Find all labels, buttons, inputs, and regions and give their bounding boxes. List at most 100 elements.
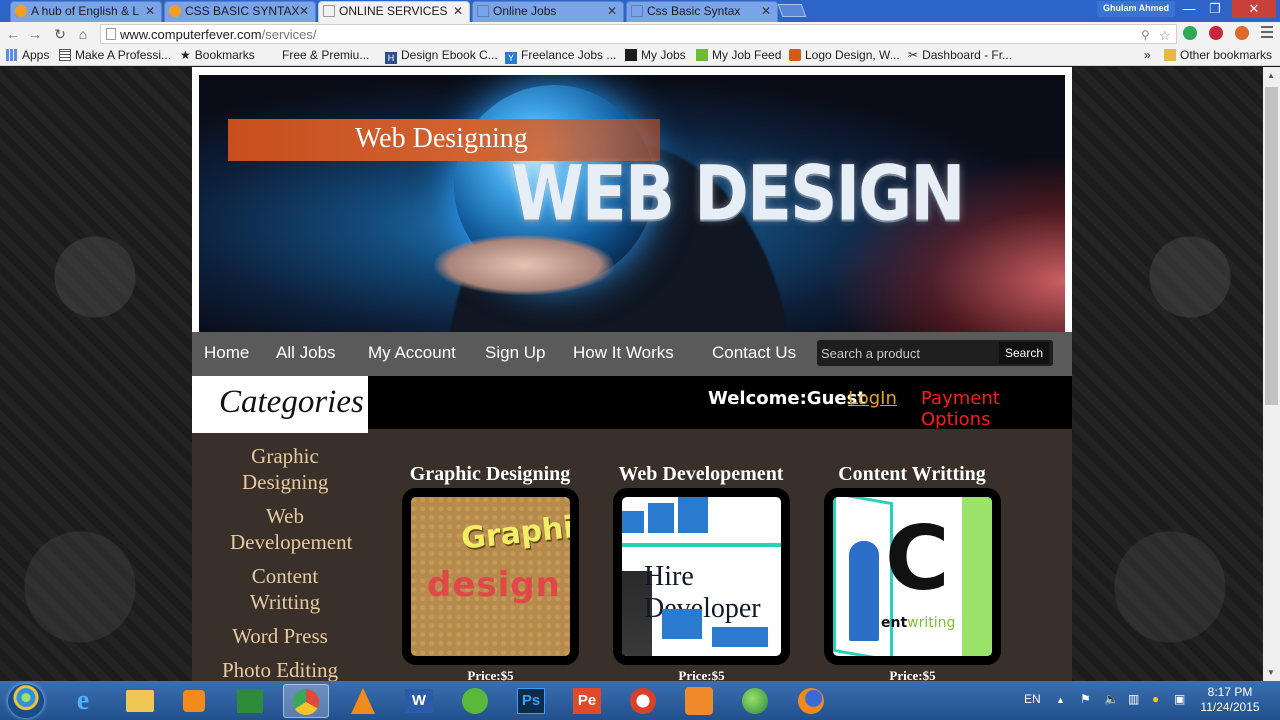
network-icon[interactable]: ▥ (1128, 692, 1139, 706)
forward-arrow-icon[interactable]: → (26, 25, 44, 43)
flag-icon[interactable]: ⚑ (1080, 692, 1091, 706)
nav-home[interactable]: Home (204, 343, 249, 363)
other-bookmarks[interactable]: Other bookmarks (1164, 48, 1272, 62)
browser-tab-active[interactable]: ONLINE SERVICES ✕ (318, 1, 470, 22)
tab-close-icon[interactable]: ✕ (761, 2, 771, 21)
nav-contact-us[interactable]: Contact Us (712, 343, 796, 363)
profile-badge[interactable]: Ghulam Ahmed (1097, 1, 1176, 17)
adblock-icon[interactable] (1209, 26, 1223, 40)
ccleaner-icon[interactable] (620, 684, 666, 718)
welcome-text: Welcome:Guest (708, 388, 866, 409)
scroll-up-icon[interactable]: ▲ (1267, 71, 1275, 80)
start-button[interactable] (8, 684, 44, 718)
star-icon[interactable]: ☆ (1159, 28, 1171, 44)
search-icon[interactable]: ⚲ (1141, 28, 1150, 42)
extension-icon[interactable] (1235, 26, 1249, 40)
menu-icon[interactable] (1261, 26, 1273, 38)
grammarly-icon[interactable] (1183, 26, 1197, 40)
browser-tab[interactable]: A hub of English & L ✕ (10, 1, 162, 22)
category-web-developement[interactable]: Web Developement (192, 503, 368, 555)
welcome-bar: Welcome:Guest LogIn Payment Options (368, 376, 1072, 430)
search-input[interactable] (821, 343, 991, 363)
bookmark-apps[interactable]: Apps (6, 48, 49, 62)
hand-image (434, 235, 614, 295)
graphic-design-image: Graphic design (411, 497, 570, 656)
pe-app-icon[interactable]: Pe (564, 684, 610, 718)
home-icon[interactable]: ⌂ (74, 25, 92, 43)
clock-date: 11/24/2015 (1200, 700, 1260, 714)
back-arrow-icon[interactable]: ← (4, 25, 22, 43)
cube-shape (648, 503, 674, 533)
browser-tab[interactable]: Online Jobs ✕ (472, 1, 624, 22)
bookmark-item[interactable]: Make A Professi... (59, 48, 171, 62)
minimize-button[interactable]: — (1176, 0, 1202, 18)
reload-icon[interactable]: ↻ (51, 25, 69, 43)
nav-my-account[interactable]: My Account (368, 343, 456, 363)
internet-explorer-icon[interactable]: e (60, 684, 106, 718)
scrollbar-thumb[interactable] (1265, 87, 1278, 405)
login-link[interactable]: LogIn (848, 388, 897, 409)
new-tab-button[interactable] (777, 4, 807, 17)
tray-expand-icon[interactable]: ▲ (1056, 695, 1065, 705)
folder-icon (1164, 49, 1176, 61)
person-figure (849, 541, 879, 641)
category-word-press[interactable]: Word Press (192, 623, 368, 649)
excel-icon[interactable] (227, 684, 273, 718)
bookmark-item[interactable]: My Jobs (625, 48, 686, 62)
nav-sign-up[interactable]: Sign Up (485, 343, 545, 363)
tab-close-icon[interactable]: ✕ (453, 2, 463, 21)
browser-tab[interactable]: Css Basic Syntax ✕ (626, 1, 778, 22)
service-image-web[interactable]: Hire Developer (613, 488, 790, 665)
system-clock[interactable]: 8:17 PM 11/24/2015 (1194, 685, 1266, 715)
language-indicator[interactable]: EN (1024, 692, 1041, 706)
categories-sidebar: Graphic Designing Web Developement Conte… (192, 433, 368, 681)
bookmark-item[interactable]: H Design Ebook C... (385, 48, 498, 64)
bookmark-item[interactable]: Y Freelance Jobs ... (505, 48, 616, 64)
clock-time: 8:17 PM (1207, 685, 1253, 699)
bookmark-item[interactable]: ★ Bookmarks (180, 48, 255, 62)
file-explorer-icon[interactable] (117, 684, 163, 718)
bookmarks-overflow-icon[interactable]: » (1144, 48, 1151, 62)
close-window-button[interactable]: ✕ (1232, 0, 1276, 18)
chrome-icon[interactable] (283, 684, 329, 718)
photoshop-icon[interactable]: Ps (508, 684, 554, 718)
vlc-icon[interactable] (340, 684, 386, 718)
search-button[interactable]: Search (999, 342, 1049, 364)
corel-icon[interactable] (452, 684, 498, 718)
tray-app-icon[interactable]: ● (1152, 692, 1159, 706)
tab-close-icon[interactable]: ✕ (299, 2, 309, 21)
media-player-icon[interactable] (171, 684, 217, 718)
service-title[interactable]: Web Developement (596, 463, 806, 486)
service-image-graphic[interactable]: Graphic design (402, 488, 579, 665)
nav-how-it-works[interactable]: How It Works (573, 343, 674, 363)
nav-all-jobs[interactable]: All Jobs (276, 343, 336, 363)
categories-title: Categories (219, 384, 364, 420)
address-bar[interactable]: www.computerfever.com/services/ ⚲ ☆ (100, 24, 1177, 44)
browser-tabstrip: A hub of English & L ✕ CSS BASIC SYNTAX … (0, 0, 1280, 22)
page-scrollbar[interactable]: ▲ ▼ (1263, 67, 1280, 681)
bookmarks-bar: Apps Make A Professi... ★ Bookmarks Free … (0, 46, 1280, 66)
firefox-icon[interactable] (788, 684, 834, 718)
bookmark-item[interactable]: Logo Design, W... (789, 48, 900, 62)
service-image-content[interactable]: C entwriting (824, 488, 1001, 665)
category-graphic-designing[interactable]: Graphic Designing (192, 443, 368, 495)
restore-button[interactable]: ❐ (1202, 0, 1228, 18)
word-icon[interactable]: W (396, 684, 442, 718)
browser-tab[interactable]: CSS BASIC SYNTAX ✕ (164, 1, 316, 22)
bookmark-item[interactable]: Free & Premiu... (282, 48, 369, 62)
tab-close-icon[interactable]: ✕ (145, 2, 155, 21)
xampp-icon[interactable] (676, 684, 722, 718)
category-photo-editing[interactable]: Photo Editing (192, 657, 368, 681)
scroll-down-icon[interactable]: ▼ (1267, 668, 1275, 677)
bookmark-item[interactable]: My Job Feed (696, 48, 781, 62)
service-price: Price:$5 (889, 668, 936, 681)
payment-options-link[interactable]: Payment Options (921, 388, 1072, 430)
action-center-icon[interactable]: ▣ (1174, 692, 1185, 706)
service-title[interactable]: Content Writting (807, 463, 1017, 486)
volume-icon[interactable]: 🔈 (1104, 692, 1119, 706)
tab-close-icon[interactable]: ✕ (607, 2, 617, 21)
bookmark-item[interactable]: ✂ Dashboard - Fr... (908, 48, 1012, 62)
download-manager-icon[interactable] (732, 684, 778, 718)
service-title[interactable]: Graphic Designing (385, 463, 595, 486)
category-content-writting[interactable]: Content Writting (192, 563, 368, 615)
